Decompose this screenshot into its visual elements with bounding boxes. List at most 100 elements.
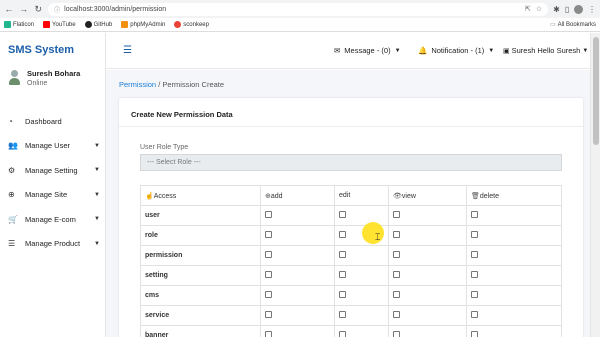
cell-view [388, 285, 467, 306]
sidebar-item-manage-setting[interactable]: ⚙ Manage Setting ▼ [8, 158, 100, 183]
add-checkbox[interactable] [265, 331, 272, 337]
user-avatar-icon [8, 69, 21, 86]
sidebar-item-manage-ecom[interactable]: 🛒 Manage E-com ▼ [8, 207, 100, 232]
add-checkbox[interactable] [265, 311, 272, 318]
trash-icon: 🗑 [471, 192, 480, 200]
edit-checkbox[interactable] [339, 251, 346, 258]
sidebar-item-manage-site[interactable]: ⊕ Manage Site ▼ [8, 183, 100, 208]
cell-view [388, 265, 467, 286]
globe-icon: ⊕ [8, 190, 15, 200]
profile-avatar[interactable] [574, 4, 584, 14]
envelope-icon: ✉ [334, 46, 341, 55]
breadcrumb-link-permission[interactable]: Permission [119, 80, 156, 89]
add-checkbox[interactable] [265, 251, 272, 258]
extensions-icon[interactable]: ✱ [553, 5, 560, 14]
bookmark-flaticon[interactable]: Flaticon [4, 21, 34, 28]
hand-pointer-icon: ☝ [145, 192, 154, 200]
role-select[interactable]: --- Select Role --- [140, 154, 562, 171]
view-checkbox[interactable] [393, 271, 400, 278]
github-icon [84, 21, 92, 28]
share-icon[interactable]: ⇱ [525, 5, 531, 13]
view-checkbox[interactable] [393, 231, 400, 238]
row-label: permission [140, 245, 261, 266]
edit-checkbox[interactable] [339, 271, 346, 278]
edit-checkbox[interactable] [339, 231, 346, 238]
chevron-down-icon: ▼ [488, 47, 495, 54]
user-image-alt: Suresh [511, 46, 536, 55]
breadcrumb-current: Permission Create [162, 80, 225, 89]
add-checkbox[interactable] [265, 291, 272, 298]
bookmark-youtube[interactable]: YouTube [43, 21, 76, 28]
sidebar-item-dashboard[interactable]: ◔ Dashboard [8, 109, 100, 134]
delete-checkbox[interactable] [471, 271, 478, 278]
notification-dropdown[interactable]: 🔔 Notification - (1) ▼ [418, 46, 494, 55]
sidebar-item-manage-product[interactable]: ☰ Manage Product ▼ [8, 232, 100, 257]
delete-checkbox[interactable] [471, 231, 478, 238]
column-header-access: ☝Access [140, 185, 261, 206]
view-checkbox[interactable] [393, 311, 400, 318]
bell-icon: 🔔 [418, 46, 428, 55]
cell-edit [334, 205, 389, 226]
row-label: user [140, 205, 261, 226]
add-checkbox[interactable] [265, 231, 272, 238]
info-icon[interactable]: ⓘ [54, 5, 60, 14]
role-label: User Role Type [140, 144, 189, 151]
sidebar: SMS System Suresh Bohara Online ◔ Dashbo… [0, 33, 106, 337]
list-icon: ☰ [8, 239, 16, 249]
delete-checkbox[interactable] [471, 331, 478, 337]
edit-checkbox[interactable] [339, 331, 346, 337]
main-content: Permission / Permission Create Create Ne… [106, 70, 590, 337]
bookmark-star-icon[interactable]: ☆ [536, 5, 542, 13]
brand-logo-text[interactable]: SMS System [8, 44, 74, 56]
table-header-row: ☝Access ⊕add edit 👁view 🗑delete [140, 185, 562, 206]
cell-view [388, 325, 467, 337]
user-status: Online [27, 80, 48, 87]
card-title: Create New Permission Data [131, 110, 233, 119]
user-dropdown[interactable]: ▣ Suresh Hello Suresh ▼ [503, 46, 588, 55]
bookmark-github[interactable]: GitHub [84, 21, 112, 28]
message-dropdown[interactable]: ✉ Message - (0) ▼ [334, 46, 401, 55]
sidebar-item-manage-user[interactable]: 👥 Manage User ▼ [8, 134, 100, 159]
hamburger-menu-icon[interactable]: ☰ [123, 45, 132, 56]
cell-delete [466, 245, 562, 266]
cell-edit [334, 245, 389, 266]
all-bookmarks[interactable]: ▭ All Bookmarks [550, 21, 596, 29]
table-row: setting [140, 265, 562, 286]
divider [119, 126, 583, 127]
back-icon[interactable]: ← [4, 4, 14, 14]
delete-checkbox[interactable] [471, 291, 478, 298]
cell-edit [334, 305, 389, 326]
edit-checkbox[interactable] [339, 211, 346, 218]
table-row: permission [140, 245, 562, 266]
scrollbar-thumb[interactable] [593, 37, 599, 145]
sidebar-menu: ◔ Dashboard 👥 Manage User ▼ ⚙ Manage Set… [8, 109, 100, 256]
table-row: banner [140, 325, 562, 337]
bookmark-sconkeep[interactable]: sconkeep [174, 21, 209, 28]
forward-icon[interactable]: → [19, 4, 29, 14]
sidepanel-icon[interactable]: ▯ [565, 5, 569, 14]
view-checkbox[interactable] [393, 211, 400, 218]
delete-checkbox[interactable] [471, 311, 478, 318]
page-scrollbar[interactable] [590, 33, 600, 337]
edit-checkbox[interactable] [339, 291, 346, 298]
delete-checkbox[interactable] [471, 211, 478, 218]
add-checkbox[interactable] [265, 211, 272, 218]
bookmark-phpmyadmin[interactable]: phpMyAdmin [121, 21, 165, 28]
chevron-down-icon: ▼ [94, 191, 100, 198]
reload-icon[interactable]: ↻ [33, 4, 43, 15]
add-checkbox[interactable] [265, 271, 272, 278]
permission-table: ☝Access ⊕add edit 👁view 🗑delete user role… [140, 185, 562, 337]
edit-checkbox[interactable] [339, 311, 346, 318]
permission-table-body: user role permission setting cms service banne… [140, 205, 562, 337]
delete-checkbox[interactable] [471, 251, 478, 258]
chevron-down-icon: ▼ [94, 240, 100, 247]
browser-menu-icon[interactable]: ⋮ [588, 5, 596, 14]
address-bar[interactable]: ⓘ localhost:3000/admin/permission ⇱ ☆ [48, 2, 549, 16]
chevron-down-icon: ▼ [394, 47, 401, 54]
table-row: role [140, 225, 562, 246]
address-actions: ⇱ ☆ [525, 5, 542, 13]
view-checkbox[interactable] [393, 331, 400, 337]
view-checkbox[interactable] [393, 251, 400, 258]
cell-add [260, 225, 335, 246]
view-checkbox[interactable] [393, 291, 400, 298]
